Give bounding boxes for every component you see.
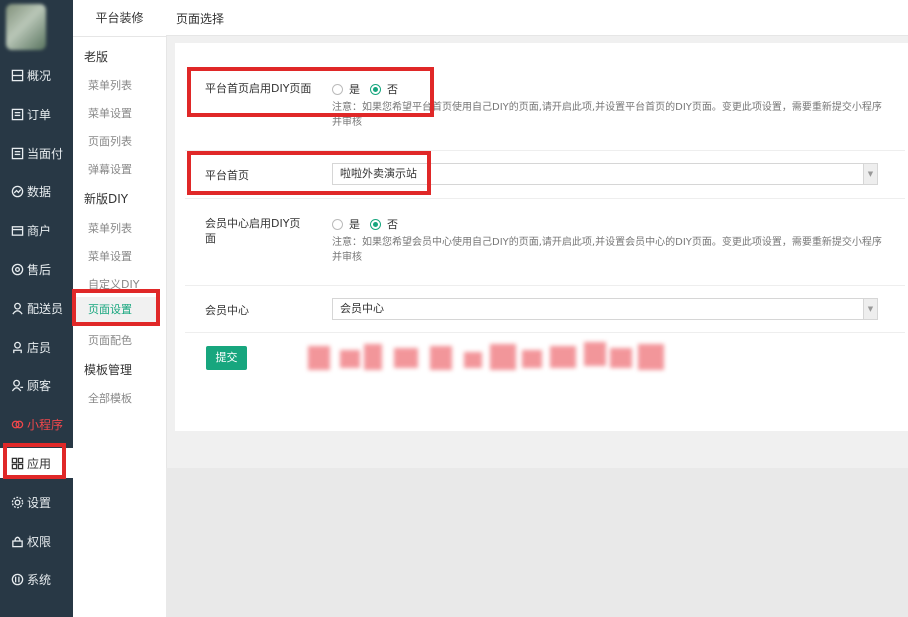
sub-sidebar-title: 平台装修 <box>73 0 166 37</box>
sub-item-custom-diy[interactable]: 自定义DIY <box>88 276 139 292</box>
nav-label: 店员 <box>27 340 52 355</box>
customer-icon <box>10 378 24 392</box>
page-header: 页面选择 <box>166 0 908 36</box>
nav-item-overview[interactable]: 概况 <box>0 60 73 90</box>
sub-group-templates: 模板管理 <box>84 363 133 377</box>
member-diy-no-radio[interactable] <box>370 218 381 230</box>
platform-diy-note: 注意：如果您希望平台首页使用自己DIY的页面,请开启此项,并设置平台首页的DIY… <box>332 102 882 128</box>
clerk-icon <box>10 340 24 354</box>
order-icon <box>10 107 24 121</box>
platform-home-select[interactable]: 啦啦外卖演示站 ▼ <box>332 163 878 185</box>
member-diy-no-label: 否 <box>387 218 398 231</box>
nav-label: 权限 <box>27 534 52 549</box>
nav-item-customers[interactable]: 顾客 <box>0 370 73 400</box>
nav-label: 系统 <box>27 572 52 587</box>
chevron-down-icon: ▼ <box>863 164 877 184</box>
row-divider <box>185 285 905 286</box>
redacted-text <box>300 342 670 376</box>
member-diy-radio-group: 是 否 <box>332 216 408 232</box>
sub-item-all-templates[interactable]: 全部模板 <box>88 390 132 406</box>
platform-diy-no-label: 否 <box>387 83 398 96</box>
nav-item-clerks[interactable]: 店员 <box>0 332 73 362</box>
platform-diy-yes-label: 是 <box>349 83 360 96</box>
lock-icon <box>10 534 24 548</box>
sub-group-new-diy: 新版DIY <box>84 192 129 206</box>
platform-home-label: 平台首页 <box>205 169 249 182</box>
sub-item-menu-settings[interactable]: 菜单设置 <box>88 105 132 121</box>
member-center-value: 会员中心 <box>340 302 384 315</box>
sub-item-page-list[interactable]: 页面列表 <box>88 133 132 149</box>
sub-item-page-colors[interactable]: 页面配色 <box>88 332 132 348</box>
sub-item-page-settings[interactable]: 页面设置 <box>73 297 157 323</box>
member-center-label: 会员中心 <box>205 304 249 317</box>
nav-item-miniprogram[interactable]: 小程序 <box>0 409 73 439</box>
member-diy-yes-radio[interactable] <box>332 218 343 230</box>
nav-label: 小程序 <box>27 417 64 432</box>
sub-group-old: 老版 <box>84 50 109 64</box>
sub-item-diy-menu-list[interactable]: 菜单列表 <box>88 220 132 236</box>
nav-label: 订单 <box>27 107 52 122</box>
nav-label: 配送员 <box>27 301 64 316</box>
nav-label: 应用 <box>27 456 52 471</box>
nav-item-orders[interactable]: 订单 <box>0 99 73 129</box>
nav-item-facepay[interactable]: 当面付 <box>0 138 73 168</box>
apps-icon <box>10 456 24 470</box>
nav-label: 概况 <box>27 68 52 83</box>
aftersale-icon <box>10 262 24 276</box>
row-divider <box>185 150 905 151</box>
nav-item-data[interactable]: 数据 <box>0 176 73 206</box>
courier-icon <box>10 301 24 315</box>
row-divider <box>185 198 905 199</box>
chart-icon <box>10 184 24 198</box>
nav-label: 当面付 <box>27 146 64 161</box>
store-icon <box>10 223 24 237</box>
member-diy-yes-label: 是 <box>349 218 360 231</box>
member-diy-note: 注意：如果您希望会员中心使用自己DIY的页面,请开启此项,并设置会员中心的DIY… <box>332 237 882 263</box>
system-icon <box>10 572 24 586</box>
row-divider <box>185 332 905 333</box>
sub-sidebar: 平台装修 老版 菜单列表 菜单设置 页面列表 弹幕设置 新版DIY 菜单列表 菜… <box>73 0 167 617</box>
page-title: 页面选择 <box>176 12 225 26</box>
nav-label: 商户 <box>27 223 52 238</box>
nav-item-system[interactable]: 系统 <box>0 564 73 594</box>
nav-item-apps[interactable]: 应用 <box>0 448 73 478</box>
sub-item-danmaku-settings[interactable]: 弹幕设置 <box>88 161 132 177</box>
nav-item-permissions[interactable]: 权限 <box>0 526 73 556</box>
nav-label: 售后 <box>27 262 52 277</box>
platform-diy-label: 平台首页启用DIY页面 <box>205 82 312 95</box>
payment-icon <box>10 146 24 160</box>
chevron-down-icon: ▼ <box>863 299 877 319</box>
nav-label: 顾客 <box>27 378 52 393</box>
miniprogram-icon <box>10 417 24 431</box>
nav-label: 数据 <box>27 184 52 199</box>
nav-label: 设置 <box>27 495 52 510</box>
sub-item-diy-menu-settings[interactable]: 菜单设置 <box>88 248 132 264</box>
platform-diy-radio-group: 是 否 <box>332 81 408 97</box>
nav-item-settings[interactable]: 设置 <box>0 487 73 517</box>
avatar[interactable] <box>6 4 46 50</box>
platform-diy-no-radio[interactable] <box>370 83 381 95</box>
submit-button[interactable]: 提交 <box>206 346 247 370</box>
platform-diy-yes-radio[interactable] <box>332 83 343 95</box>
member-center-select[interactable]: 会员中心 ▼ <box>332 298 878 320</box>
gear-icon <box>10 495 24 509</box>
main-nav: 概况 订单 当面付 数据 商户 售后 配送员 店员 顾客 小程序 应用 设置 权… <box>0 0 73 617</box>
nav-item-couriers[interactable]: 配送员 <box>0 293 73 323</box>
nav-item-aftersale[interactable]: 售后 <box>0 254 73 284</box>
member-diy-label: 会员中心启用DIY页面 <box>205 217 301 245</box>
dashboard-icon <box>10 68 24 82</box>
sub-item-menu-list[interactable]: 菜单列表 <box>88 77 132 93</box>
lower-area <box>166 468 908 617</box>
platform-home-value: 啦啦外卖演示站 <box>340 167 417 180</box>
nav-item-merchants[interactable]: 商户 <box>0 215 73 245</box>
